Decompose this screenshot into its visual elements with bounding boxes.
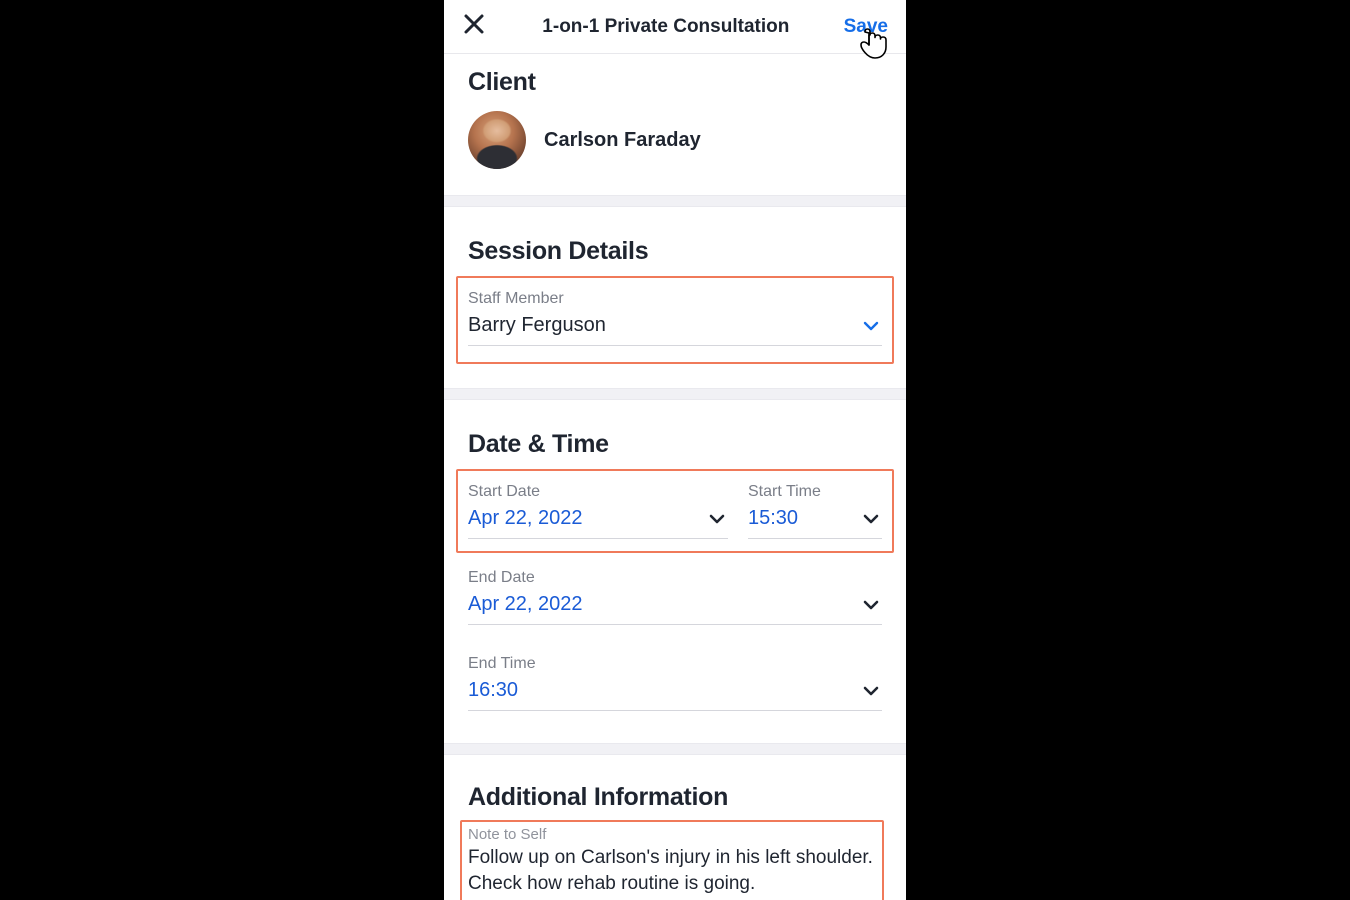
section-divider	[444, 388, 906, 400]
session-details-section: Session Details Staff Member Barry Fergu…	[444, 207, 906, 388]
start-date-field[interactable]: Start Date Apr 22, 2022	[468, 473, 728, 539]
save-button[interactable]: Save	[844, 16, 890, 38]
client-row[interactable]: Carlson Faraday	[468, 111, 882, 169]
section-divider	[444, 195, 906, 207]
chevron-down-icon	[860, 594, 882, 616]
end-time-value: 16:30	[468, 679, 518, 702]
close-button[interactable]	[460, 13, 488, 41]
client-name: Carlson Faraday	[544, 129, 701, 152]
note-to-self-value: Follow up on Carlson's injury in his lef…	[468, 845, 882, 896]
section-divider	[444, 743, 906, 755]
start-time-field[interactable]: Start Time 15:30	[748, 473, 882, 539]
chevron-down-icon	[860, 680, 882, 702]
app-screen: 1-on-1 Private Consultation Save Client …	[444, 0, 906, 900]
note-to-self-field[interactable]: Note to Self Follow up on Carlson's inju…	[468, 826, 882, 896]
chevron-down-icon	[706, 508, 728, 530]
chevron-down-icon	[860, 315, 882, 337]
date-time-heading: Date & Time	[468, 430, 882, 459]
additional-info-heading: Additional Information	[468, 783, 882, 812]
end-date-value: Apr 22, 2022	[468, 593, 583, 616]
staff-member-field[interactable]: Staff Member Barry Ferguson	[468, 280, 882, 346]
close-icon	[463, 13, 485, 40]
session-heading: Session Details	[468, 237, 882, 266]
end-date-field[interactable]: End Date Apr 22, 2022	[468, 561, 882, 625]
staff-member-value: Barry Ferguson	[468, 314, 606, 337]
date-time-section: Date & Time Start Date Apr 22, 2022 Star…	[444, 400, 906, 743]
client-heading: Client	[468, 68, 882, 97]
end-time-field[interactable]: End Time 16:30	[468, 647, 882, 711]
start-date-label: Start Date	[468, 483, 728, 501]
client-section: Client Carlson Faraday	[444, 54, 906, 195]
start-time-label: Start Time	[748, 483, 882, 501]
end-date-label: End Date	[468, 569, 882, 587]
chevron-down-icon	[860, 508, 882, 530]
client-avatar	[468, 111, 526, 169]
end-time-label: End Time	[468, 655, 882, 673]
start-date-value: Apr 22, 2022	[468, 507, 583, 530]
modal-header: 1-on-1 Private Consultation Save	[444, 0, 906, 54]
modal-title: 1-on-1 Private Consultation	[488, 16, 844, 38]
additional-info-section: Additional Information Note to Self Foll…	[444, 755, 906, 900]
start-time-value: 15:30	[748, 507, 798, 530]
staff-member-label: Staff Member	[468, 290, 882, 308]
note-to-self-label: Note to Self	[468, 826, 882, 843]
